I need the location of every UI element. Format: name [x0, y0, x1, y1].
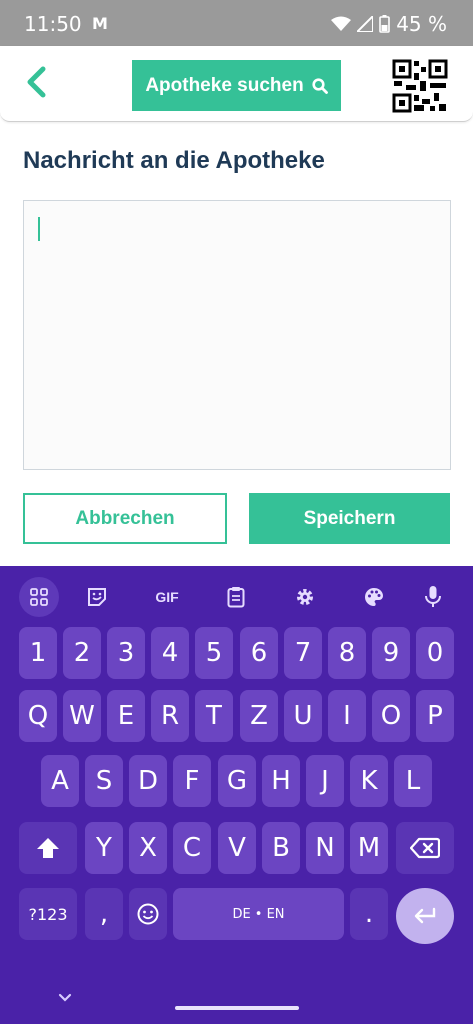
gesture-nav-bar[interactable]	[175, 1006, 299, 1010]
keyboard-gif-button[interactable]: GIF	[147, 577, 187, 617]
gmail-icon: M	[92, 14, 108, 33]
text-cursor	[38, 217, 40, 241]
symbols-key[interactable]: ?123	[19, 888, 77, 940]
key-1[interactable]: 1	[19, 627, 57, 679]
key-z[interactable]: Z	[240, 690, 278, 742]
period-key[interactable]: .	[350, 888, 388, 940]
message-textarea[interactable]	[23, 200, 451, 470]
key-7[interactable]: 7	[284, 627, 322, 679]
qr-code-button[interactable]	[392, 59, 448, 113]
key-8[interactable]: 8	[328, 627, 366, 679]
palette-icon	[365, 588, 383, 606]
key-j[interactable]: J	[306, 755, 344, 807]
search-pharmacy-button[interactable]: Apotheke suchen	[132, 60, 341, 111]
wifi-icon	[331, 16, 352, 32]
key-g[interactable]: G	[218, 755, 256, 807]
space-bar[interactable]: DE • EN	[173, 888, 344, 940]
page-title: Nachricht an die Apotheke	[23, 147, 325, 174]
sticker-icon	[88, 588, 106, 606]
key-l[interactable]: L	[394, 755, 432, 807]
key-k[interactable]: K	[350, 755, 388, 807]
back-arrow-icon	[27, 66, 46, 98]
gear-icon	[297, 589, 313, 605]
emoji-icon	[137, 903, 159, 925]
key-o[interactable]: O	[372, 690, 410, 742]
key-4[interactable]: 4	[151, 627, 189, 679]
key-r[interactable]: R	[151, 690, 189, 742]
key-w[interactable]: W	[63, 690, 101, 742]
enter-arrow-icon	[414, 907, 436, 924]
qr-code-icon	[392, 59, 448, 113]
app-header: Apotheke suchen	[0, 46, 473, 122]
hide-keyboard-chevron-icon[interactable]	[58, 990, 72, 1006]
soft-keyboard: GIF 1 2 3 4 5 6 7 8 9 0 Q W E R T Z U I …	[0, 566, 473, 1024]
enter-key[interactable]	[396, 888, 454, 944]
key-i[interactable]: I	[328, 690, 366, 742]
signal-icon	[357, 16, 374, 32]
keyboard-settings-button[interactable]	[285, 577, 325, 617]
status-bar: 11:50 M 45 %	[0, 0, 473, 46]
key-6[interactable]: 6	[240, 627, 278, 679]
shift-key[interactable]	[19, 822, 77, 874]
status-icons: 45 %	[331, 12, 447, 36]
key-n[interactable]: N	[306, 822, 344, 874]
search-icon	[312, 77, 328, 94]
status-time: 11:50	[24, 12, 82, 36]
comma-key[interactable]: ,	[85, 888, 123, 940]
key-y[interactable]: Y	[85, 822, 123, 874]
key-s[interactable]: S	[85, 755, 123, 807]
key-d[interactable]: D	[129, 755, 167, 807]
key-9[interactable]: 9	[372, 627, 410, 679]
key-t[interactable]: T	[195, 690, 233, 742]
apps-grid-icon	[30, 588, 48, 606]
emoji-key[interactable]	[129, 888, 167, 940]
battery-percent: 45 %	[396, 12, 447, 36]
keyboard-clipboard-button[interactable]	[216, 577, 256, 617]
key-2[interactable]: 2	[63, 627, 101, 679]
keyboard-theme-button[interactable]	[354, 577, 394, 617]
keyboard-apps-button[interactable]	[19, 577, 59, 617]
battery-icon	[379, 15, 390, 33]
microphone-icon	[425, 586, 441, 607]
key-x[interactable]: X	[129, 822, 167, 874]
key-q[interactable]: Q	[19, 690, 57, 742]
key-0[interactable]: 0	[416, 627, 454, 679]
backspace-icon	[410, 837, 440, 859]
clipboard-icon	[227, 587, 245, 608]
cancel-button[interactable]: Abbrechen	[23, 493, 227, 544]
key-f[interactable]: F	[173, 755, 211, 807]
back-button[interactable]	[16, 62, 56, 102]
key-u[interactable]: U	[284, 690, 322, 742]
key-a[interactable]: A	[41, 755, 79, 807]
key-e[interactable]: E	[107, 690, 145, 742]
keyboard-voice-button[interactable]	[413, 577, 453, 617]
key-p[interactable]: P	[416, 690, 454, 742]
backspace-key[interactable]	[396, 822, 454, 874]
key-h[interactable]: H	[262, 755, 300, 807]
key-3[interactable]: 3	[107, 627, 145, 679]
search-pharmacy-label: Apotheke suchen	[145, 74, 304, 96]
keyboard-sticker-button[interactable]	[77, 577, 117, 617]
key-m[interactable]: M	[350, 822, 388, 874]
key-c[interactable]: C	[173, 822, 211, 874]
save-button[interactable]: Speichern	[249, 493, 450, 544]
key-v[interactable]: V	[218, 822, 256, 874]
key-5[interactable]: 5	[195, 627, 233, 679]
key-b[interactable]: B	[262, 822, 300, 874]
shift-arrow-icon	[37, 838, 59, 858]
